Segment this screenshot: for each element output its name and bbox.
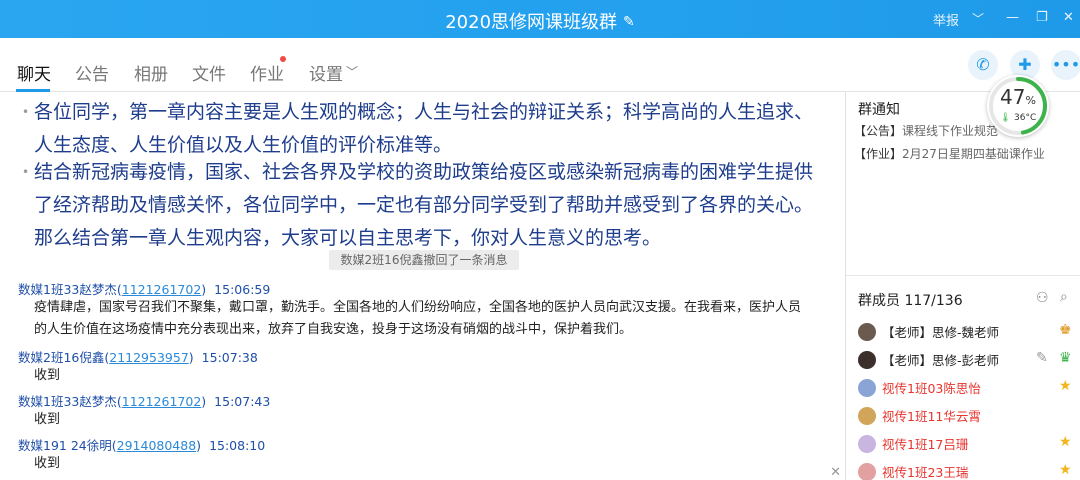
message-body: 收到 xyxy=(34,368,61,383)
star-icon: ★ xyxy=(1059,378,1072,394)
notice-tag: 【作业】 xyxy=(854,147,903,161)
notice-item[interactable]: 【作业】2月27日星期四基础课作业 xyxy=(854,145,1045,162)
sender-qq[interactable]: 2112953957 xyxy=(109,350,189,365)
tab-chat[interactable]: 聊天 xyxy=(17,60,51,85)
star-icon: ★ xyxy=(1059,434,1072,450)
divider xyxy=(846,275,1080,276)
member-item[interactable]: 视传1班23王瑞 xyxy=(858,462,968,480)
notice-text: 2月27日星期四基础课作业 xyxy=(902,147,1045,161)
sender-qq[interactable]: 1121261702 xyxy=(122,394,202,409)
announcement-text: 各位同学，第一章内容主要是人生观的概念；人生与社会的辩证关系；科学高尚的人生追求… xyxy=(34,101,814,156)
admin-icon: ♛ xyxy=(1059,350,1072,366)
sender-name[interactable]: 数媒191 24徐明 xyxy=(18,438,112,453)
message-time: 15:08:10 xyxy=(209,438,266,453)
title-bar: 2020思修网课班级群 ✎ 举报 ﹀ — ❐ ✕ xyxy=(0,0,1080,38)
homework-badge xyxy=(280,56,286,62)
members-title[interactable]: 群成员 117/136 xyxy=(858,290,963,310)
more-button[interactable]: ••• xyxy=(1051,50,1080,80)
bullet-icon: • xyxy=(22,105,30,119)
message-line: 的人生价值在这场疫情中充分表现出来，放弃了自我安逸，投身于这场没有硝烟的战斗中，… xyxy=(34,322,633,337)
member-item[interactable]: 视传1班03陈思怡 xyxy=(858,378,981,398)
message-body: 疫情肆虐，国家号召我们不聚集，戴口罩，勤洗手。全国各地的人们纷纷响应，全国各地的… xyxy=(34,297,801,341)
chevron-down-icon[interactable]: ﹀ xyxy=(972,10,984,27)
member-item[interactable]: 视传1班11华云霄 xyxy=(858,406,981,426)
search-icon[interactable]: ⌕ xyxy=(1060,289,1068,305)
owner-icon: ♚ xyxy=(1059,322,1072,338)
member-name: 视传1班17吕珊 xyxy=(882,437,969,452)
member-name: 【老师】思修-彭老师 xyxy=(882,353,1000,368)
close-icon[interactable]: ✕ xyxy=(1063,10,1074,25)
window-title[interactable]: 2020思修网课班级群 xyxy=(445,12,617,33)
message-body: 收到 xyxy=(34,412,61,427)
load-percent: 47% xyxy=(1000,85,1036,109)
sender-name[interactable]: 数媒1班33赵梦杰 xyxy=(18,394,117,409)
tab-files[interactable]: 文件 xyxy=(192,60,226,85)
pencil-icon[interactable]: ✎ xyxy=(1036,350,1048,366)
member-name: 视传1班03陈思怡 xyxy=(882,381,981,396)
announcement-text: 结合新冠病毒疫情，国家、社会各界及学校的资助政策给疫区或感染新冠病毒的困难学生提… xyxy=(34,161,814,249)
message-time: 15:07:38 xyxy=(201,350,258,365)
tab-album[interactable]: 相册 xyxy=(134,60,168,85)
close-icon[interactable]: ✕ xyxy=(830,465,841,480)
recall-notice: 数媒2班16倪鑫撤回了一条消息 xyxy=(329,250,519,270)
message-header: 数媒2班16倪鑫(2112953957) 15:07:38 xyxy=(18,350,258,365)
tab-settings[interactable]: 设置 xyxy=(309,60,343,85)
message-line: 疫情肆虐，国家号召我们不聚集，戴口罩，勤洗手。全国各地的人们纷纷响应，全国各地的… xyxy=(34,300,802,315)
avatar xyxy=(858,350,876,369)
notice-item[interactable]: 【公告】课程线下作业规范 xyxy=(854,122,998,139)
pencil-icon[interactable]: ✎ xyxy=(623,14,635,30)
chevron-down-icon[interactable]: ﹀ xyxy=(346,63,358,80)
tab-bar: 聊天 公告 相册 文件 作业 设置 ﹀ ✆ ✚ ••• xyxy=(0,38,1080,92)
performance-widget[interactable]: 47% 🌡 36°C xyxy=(987,75,1049,137)
report-link[interactable]: 举报 xyxy=(933,10,959,29)
message-body: 收到 xyxy=(34,456,61,471)
avatar xyxy=(858,406,876,425)
notice-tag: 【公告】 xyxy=(854,124,903,138)
member-name: 视传1班23王瑞 xyxy=(882,465,969,480)
member-name: 【老师】思修-魏老师 xyxy=(882,325,1000,340)
member-item[interactable]: 【老师】思修-魏老师 xyxy=(858,322,999,342)
sender-qq[interactable]: 1121261702 xyxy=(122,282,202,297)
sender-name[interactable]: 数媒1班33赵梦杰 xyxy=(18,282,117,297)
minimize-icon[interactable]: — xyxy=(1006,10,1019,25)
tab-homework[interactable]: 作业 xyxy=(250,60,284,85)
restore-icon[interactable]: ❐ xyxy=(1036,10,1048,25)
tab-announcement[interactable]: 公告 xyxy=(75,60,109,85)
avatar xyxy=(858,322,876,341)
window-title-wrap: 2020思修网课班级群 ✎ xyxy=(0,8,1080,34)
member-manage-icon[interactable]: ⚇ xyxy=(1036,290,1049,306)
sender-qq[interactable]: 2914080488 xyxy=(117,438,197,453)
bullet-icon: • xyxy=(22,165,30,179)
notice-title[interactable]: 群通知 xyxy=(858,99,900,119)
avatar xyxy=(858,462,876,480)
message-header: 数媒1班33赵梦杰(1121261702) 15:07:43 xyxy=(18,394,271,409)
star-icon: ★ xyxy=(1059,462,1072,478)
message-time: 15:07:43 xyxy=(214,394,271,409)
side-panel: 群通知 【公告】课程线下作业规范 【作业】2月27日星期四基础课作业 群成员 1… xyxy=(846,92,1080,480)
avatar xyxy=(858,378,876,397)
notice-text: 课程线下作业规范 xyxy=(902,124,999,138)
member-item[interactable]: 【老师】思修-彭老师 xyxy=(858,350,999,370)
avatar xyxy=(858,434,876,453)
member-item[interactable]: 视传1班17吕珊 xyxy=(858,434,968,454)
message-header: 数媒191 24徐明(2914080488) 15:08:10 xyxy=(18,438,266,453)
announcement-paragraph: • 各位同学，第一章内容主要是人生观的概念；人生与社会的辩证关系；科学高尚的人生… xyxy=(22,96,826,162)
chat-area[interactable]: • 各位同学，第一章内容主要是人生观的概念；人生与社会的辩证关系；科学高尚的人生… xyxy=(0,92,845,480)
temperature: 🌡 36°C xyxy=(999,113,1037,123)
message-time: 15:06:59 xyxy=(214,282,271,297)
sender-name[interactable]: 数媒2班16倪鑫 xyxy=(18,350,104,365)
thermometer-icon: 🌡 xyxy=(999,113,1012,123)
member-name: 视传1班11华云霄 xyxy=(882,409,981,424)
message-header: 数媒1班33赵梦杰(1121261702) 15:06:59 xyxy=(18,282,271,297)
announcement-paragraph: • 结合新冠病毒疫情，国家、社会各界及学校的资助政策给疫区或感染新冠病毒的困难学… xyxy=(22,156,826,255)
